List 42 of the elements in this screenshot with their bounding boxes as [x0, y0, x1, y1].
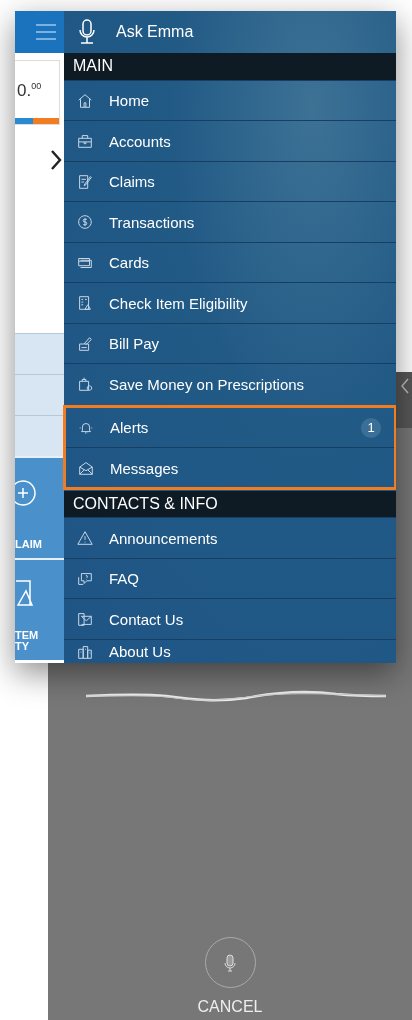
tile-label: TEM TY: [15, 630, 39, 652]
ask-assistant-row[interactable]: Ask Emma: [64, 11, 396, 53]
menu-item-icon: [76, 213, 94, 231]
menu-item-icon: [76, 91, 94, 110]
menu-item[interactable]: About Us: [64, 639, 396, 663]
menu-item[interactable]: Contact Us: [64, 598, 396, 639]
section-header: MAIN: [64, 53, 396, 80]
document-icon: [15, 580, 33, 607]
menu-item[interactable]: FAQ: [64, 558, 396, 599]
microphone-icon: [78, 19, 96, 45]
split-bar: [15, 118, 59, 124]
cancel-button[interactable]: CANCEL: [197, 998, 263, 1016]
section-header: CONTACTS & INFO: [64, 490, 396, 518]
menu-item-icon: [76, 529, 94, 548]
menu-item-icon: [76, 334, 94, 353]
menu-item-icon: [76, 643, 94, 661]
tile-label: LAIM: [15, 539, 42, 550]
list-row[interactable]: [15, 374, 64, 415]
menu-item[interactable]: Bill Pay: [64, 322, 396, 364]
chevron-right-icon[interactable]: [50, 149, 62, 171]
list-row[interactable]: [15, 333, 64, 374]
menu-item-icon: [76, 375, 94, 393]
menu-item-icon: [76, 132, 94, 150]
back-chevron-icon[interactable]: [400, 378, 410, 394]
menu-item[interactable]: Cards: [64, 241, 396, 283]
menu-item-icon: [76, 172, 94, 191]
menu-item-icon: [76, 294, 94, 312]
menu-item[interactable]: Alerts 1: [65, 406, 395, 448]
menu-item-icon: [77, 459, 95, 477]
count-badge: 1: [361, 417, 381, 438]
menu-item[interactable]: Transactions: [64, 201, 396, 242]
menu-item[interactable]: Claims: [64, 160, 396, 202]
menu-item[interactable]: Announcements: [64, 517, 396, 558]
menu-icon[interactable]: [36, 24, 56, 40]
menu-item[interactable]: Home: [64, 79, 396, 121]
menu-item[interactable]: Messages: [65, 447, 395, 488]
list-row[interactable]: [15, 415, 64, 456]
menu-item-icon: [76, 610, 94, 629]
balance-amount: 0.$^{00}$: [16, 81, 42, 101]
menu-item[interactable]: Check Item Eligibility: [64, 282, 396, 323]
menu-item[interactable]: Accounts: [64, 120, 396, 161]
menu-item[interactable]: Save Money on Prescriptions: [64, 363, 396, 404]
